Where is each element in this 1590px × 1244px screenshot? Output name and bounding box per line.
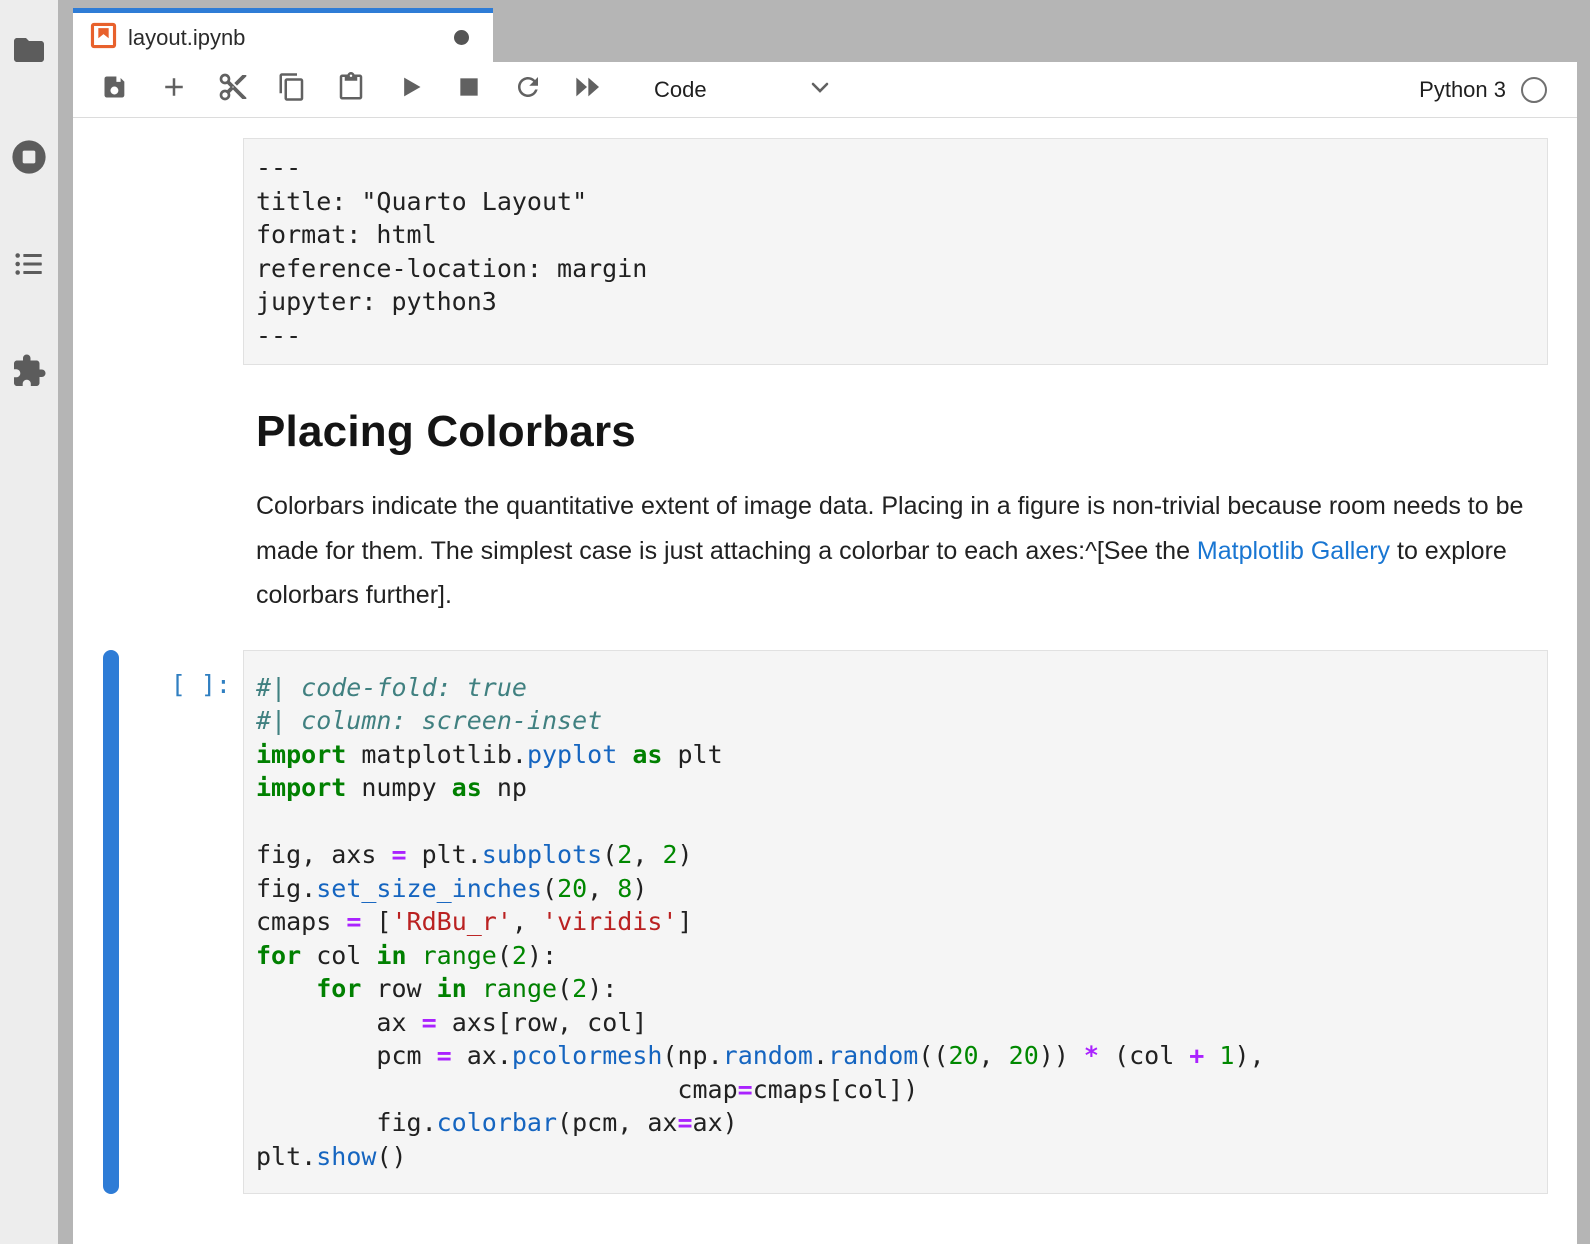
code-cell-lines[interactable]: #| code-fold: true#| column: screen-inse…: [243, 650, 1548, 1195]
paste-button[interactable]: [331, 70, 371, 110]
run-all-button[interactable]: [567, 70, 607, 110]
notebook-toolbar: Code Python 3: [73, 62, 1577, 118]
extensions-button[interactable]: [10, 354, 48, 392]
main-dock-panel: layout.ipynb: [73, 0, 1577, 1244]
scissors-icon: [217, 71, 249, 108]
sidebar-divider: [58, 0, 73, 1244]
execution-prompt: [ ]:: [73, 650, 243, 699]
window-right-edge: [1577, 0, 1590, 1244]
clipboard-icon: [336, 72, 366, 107]
interrupt-button[interactable]: [449, 70, 489, 110]
raw-cell-gutter: [73, 138, 243, 365]
matplotlib-gallery-link[interactable]: Matplotlib Gallery: [1197, 537, 1390, 565]
stop-icon: [456, 74, 482, 105]
restart-icon: [513, 72, 543, 107]
plus-icon: [159, 72, 189, 107]
raw-cell-row: ---title: "Quarto Layout"format: htmlref…: [73, 138, 1577, 365]
file-browser-button[interactable]: [10, 33, 48, 71]
restart-kernel-button[interactable]: [508, 70, 548, 110]
add-cell-button[interactable]: [154, 70, 194, 110]
kernel-area: Python 3: [1419, 77, 1577, 103]
raw-cell-lines[interactable]: ---title: "Quarto Layout"format: htmlref…: [243, 138, 1548, 365]
notebook-icon: [90, 22, 117, 54]
notebook-content: ---title: "Quarto Layout"format: htmlref…: [73, 118, 1577, 1244]
running-sessions-button[interactable]: [10, 140, 48, 178]
puzzle-icon: [11, 353, 47, 394]
run-button[interactable]: [390, 70, 430, 110]
tab-bar: layout.ipynb: [73, 0, 1577, 62]
left-activity-bar: [0, 0, 58, 1244]
stop-circle-icon: [10, 138, 48, 181]
code-cell-gutter: [ ]:: [73, 650, 243, 1195]
play-icon: [396, 73, 424, 106]
save-button[interactable]: [95, 70, 135, 110]
folder-icon: [11, 32, 47, 73]
save-icon: [101, 73, 129, 106]
table-of-contents-button[interactable]: [10, 247, 48, 285]
markdown-cell-row: Placing Colorbars Colorbars indicate the…: [73, 405, 1577, 618]
cell-type-dropdown[interactable]: Code: [654, 75, 832, 104]
copy-button[interactable]: [272, 70, 312, 110]
cell-type-value: Code: [654, 77, 707, 103]
unsaved-changes-dot[interactable]: [454, 30, 469, 45]
markdown-paragraph: Colorbars indicate the quantitative exte…: [256, 484, 1535, 618]
tab-layout-ipynb[interactable]: layout.ipynb: [73, 8, 493, 62]
list-icon: [12, 247, 46, 286]
copy-icon: [277, 72, 307, 107]
cell-collapser[interactable]: [103, 650, 119, 1195]
markdown-cell-gutter: [73, 405, 243, 618]
chevron-down-icon: [808, 75, 832, 104]
markdown-heading: Placing Colorbars: [256, 405, 1535, 458]
kernel-status-circle[interactable]: [1521, 77, 1547, 103]
kernel-name[interactable]: Python 3: [1419, 77, 1506, 103]
markdown-cell[interactable]: Placing Colorbars Colorbars indicate the…: [243, 405, 1548, 618]
code-cell-row: [ ]: #| code-fold: true#| column: screen…: [73, 650, 1577, 1195]
fast-forward-icon: [571, 71, 603, 108]
tab-title: layout.ipynb: [128, 25, 245, 51]
cut-button[interactable]: [213, 70, 253, 110]
